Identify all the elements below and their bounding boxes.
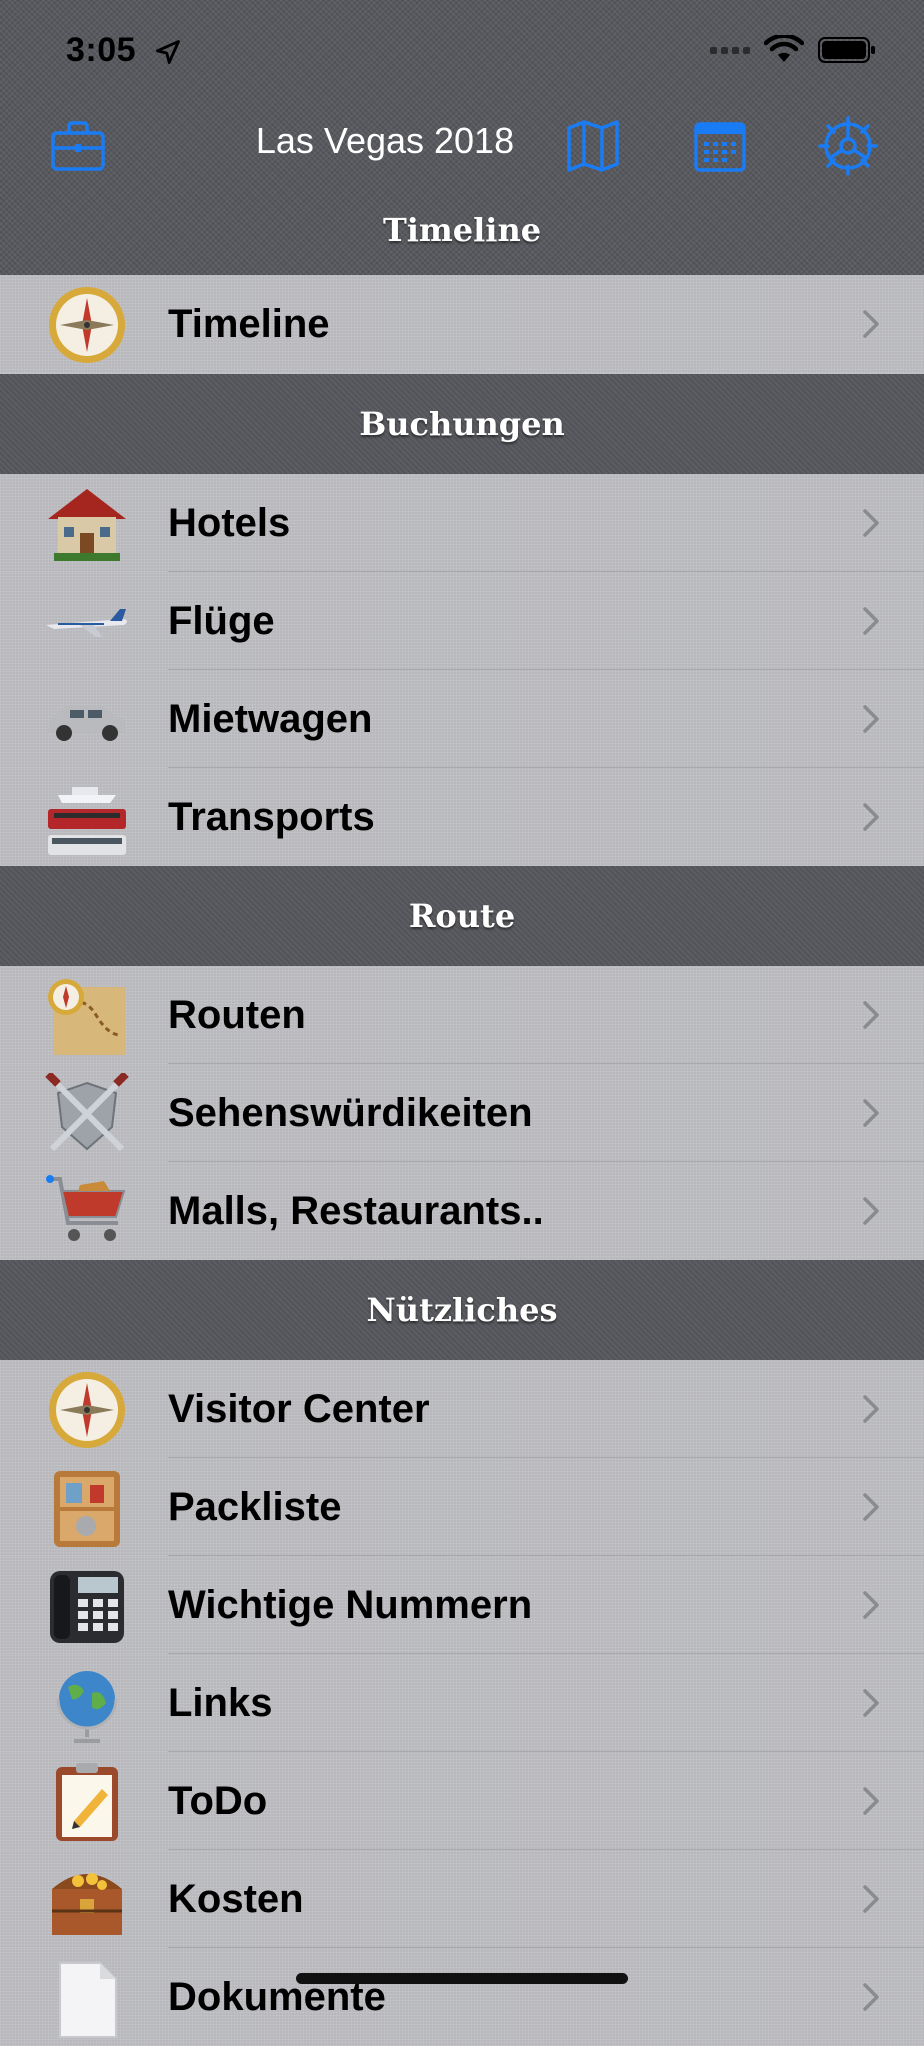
item-label: Kosten	[168, 1877, 304, 1921]
item-label: Routen	[168, 993, 306, 1037]
item-label: Links	[168, 1681, 273, 1725]
item-label: Malls, Restaurants..	[168, 1189, 544, 1233]
chevron-right-icon	[863, 803, 879, 831]
chevron-right-icon	[863, 509, 879, 537]
battery-icon	[818, 37, 875, 63]
item-label: Mietwagen	[168, 697, 373, 741]
list-item-hotels[interactable]: Hotels	[0, 474, 924, 572]
item-label: Visitor Center	[168, 1387, 430, 1431]
chevron-right-icon	[863, 1099, 879, 1127]
treasure-chest-icon	[44, 1859, 130, 1941]
cellular-signal-icon	[710, 46, 750, 54]
house-icon	[44, 483, 130, 565]
section-header-timeline: Timeline	[382, 211, 542, 249]
clipboard-icon	[44, 1761, 130, 1843]
list-item-packliste[interactable]: Packliste	[0, 1458, 924, 1556]
list-item-wichtige-nummern[interactable]: Wichtige Nummern	[0, 1556, 924, 1654]
globe-icon	[44, 1663, 130, 1745]
phone-icon	[44, 1565, 130, 1647]
nav-title: Las Vegas 2018	[255, 120, 515, 161]
list-item-kosten[interactable]: Kosten	[0, 1850, 924, 1948]
item-label: Packliste	[168, 1485, 342, 1529]
status-bar-right	[710, 32, 876, 68]
chevron-right-icon	[863, 1395, 879, 1423]
settings-gear-icon[interactable]	[818, 116, 878, 176]
list-item-dokumente[interactable]: Dokumente	[0, 1948, 924, 2046]
chevron-right-icon	[863, 1983, 879, 2011]
status-bar-time: 3:05	[66, 28, 182, 72]
list-item-transports[interactable]: Transports	[0, 768, 924, 866]
item-label: Timeline	[168, 302, 330, 346]
list-item-mietwagen[interactable]: Mietwagen	[0, 670, 924, 768]
chevron-right-icon	[863, 1689, 879, 1717]
home-indicator[interactable]	[296, 1973, 628, 1984]
airplane-icon	[44, 581, 130, 663]
compass-icon	[44, 1369, 130, 1451]
item-label: Wichtige Nummern	[168, 1583, 533, 1627]
chevron-right-icon	[863, 1197, 879, 1225]
list-item-routen[interactable]: Routen	[0, 966, 924, 1064]
chevron-right-icon	[863, 1787, 879, 1815]
chevron-right-icon	[863, 705, 879, 733]
chevron-right-icon	[863, 1493, 879, 1521]
document-icon	[44, 1957, 130, 2039]
list-item-timeline[interactable]: Timeline	[0, 275, 924, 373]
list-item-malls-restaurants[interactable]: Malls, Restaurants..	[0, 1162, 924, 1260]
item-label: Hotels	[168, 501, 291, 545]
section-header-buchungen: Buchungen	[0, 374, 924, 474]
chevron-right-icon	[863, 1001, 879, 1029]
chevron-right-icon	[863, 1591, 879, 1619]
map-icon[interactable]	[563, 116, 623, 176]
calendar-icon[interactable]	[690, 116, 750, 176]
shopping-cart-icon	[44, 1171, 130, 1253]
list-item-visitor-center[interactable]: Visitor Center	[0, 1360, 924, 1458]
list-item-links[interactable]: Links	[0, 1654, 924, 1752]
section-header-route: Route	[0, 866, 924, 966]
item-label: Flüge	[168, 599, 275, 643]
item-label: Dokumente	[168, 1975, 386, 2019]
item-label: ToDo	[168, 1779, 268, 1823]
section-header-nuetzliches: Nützliches	[0, 1260, 924, 1360]
list-item-sehenswuerdikeiten[interactable]: Sehenswürdikeiten	[0, 1064, 924, 1162]
wifi-icon	[764, 35, 804, 62]
item-label: Sehenswürdikeiten	[168, 1091, 533, 1135]
car-icon	[44, 679, 130, 761]
chevron-right-icon	[863, 607, 879, 635]
list-item-fluege[interactable]: Flüge	[0, 572, 924, 670]
cabinet-icon	[44, 1467, 130, 1549]
shield-swords-icon	[44, 1071, 130, 1155]
transport-icon	[44, 777, 130, 859]
location-arrow-icon	[156, 40, 180, 64]
map-icon	[44, 975, 130, 1057]
status-time-text: 3:05	[66, 31, 137, 69]
list-item-todo[interactable]: ToDo	[0, 1752, 924, 1850]
chevron-right-icon	[863, 310, 879, 338]
item-label: Transports	[168, 795, 375, 839]
chevron-right-icon	[863, 1885, 879, 1913]
compass-icon	[44, 284, 130, 366]
